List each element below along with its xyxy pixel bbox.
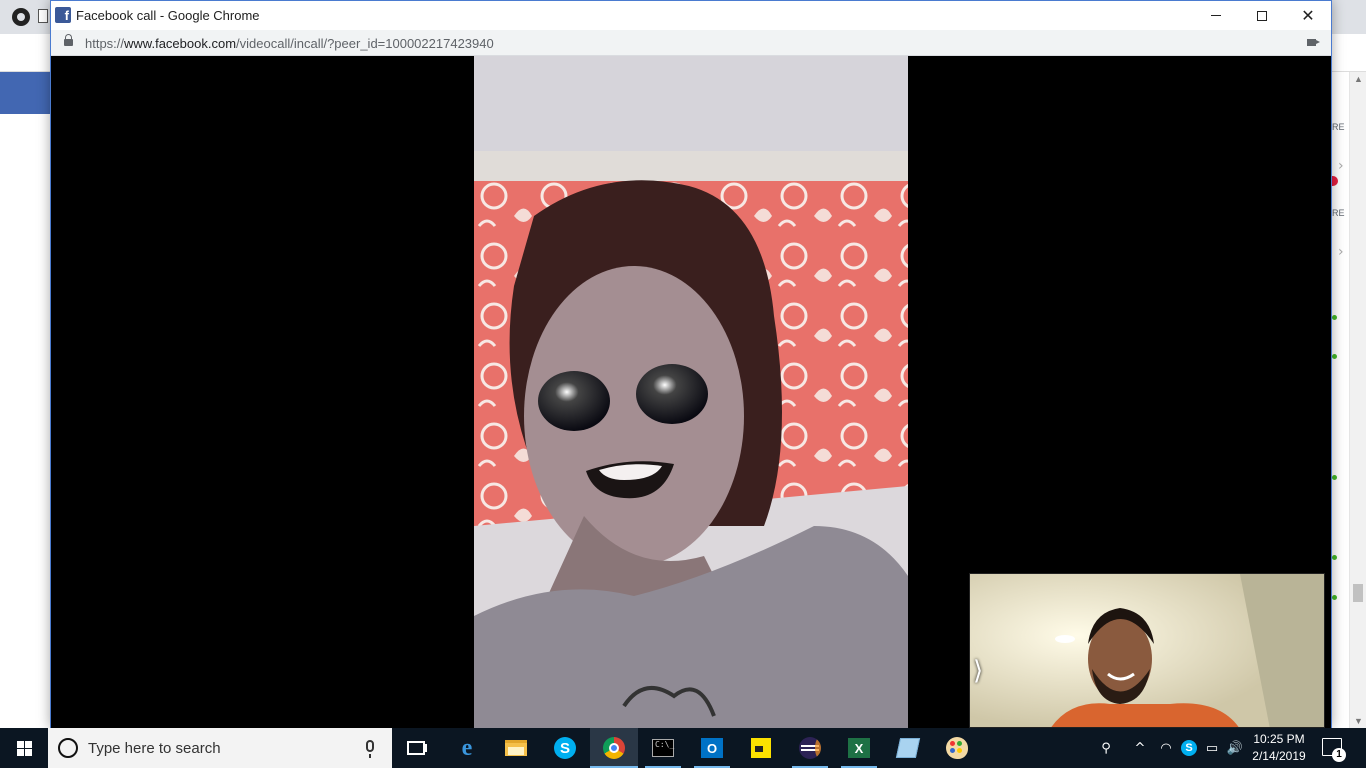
search-placeholder: Type here to search [88,740,221,757]
right-rail-label: RE [1332,208,1345,218]
url-scheme: https:// [85,36,125,51]
online-dot [1332,475,1337,480]
minimize-button[interactable] [1193,1,1239,30]
video-call-area: ⟩ [51,56,1331,728]
task-view-button[interactable] [392,728,440,768]
edge-taskbar-button[interactable]: e [443,728,491,768]
chevron-up-icon: ^ [1134,740,1146,756]
chrome-icon [603,737,625,759]
start-button[interactable] [0,728,48,768]
skype-taskbar-button[interactable]: S [541,728,589,768]
online-dot [1332,555,1337,560]
notepad-taskbar-button[interactable] [884,728,932,768]
scroll-down-icon[interactable]: ▼ [1354,716,1363,726]
address-bar[interactable]: https://www.facebook.com/videocall/incal… [51,30,1331,56]
maximize-button[interactable] [1239,1,1285,30]
notepad-icon [895,738,921,758]
camera-icon[interactable] [1307,39,1320,46]
maximize-icon [1257,10,1267,21]
close-button[interactable]: ✕ [1285,1,1331,30]
windows-logo-icon [16,740,32,756]
wifi-button[interactable]: ◠ [1156,728,1176,768]
clock-time: 10:25 PM [1253,732,1305,746]
eclipse-icon [799,737,821,759]
self-view-video[interactable] [969,573,1325,728]
skype-icon: S [554,737,576,759]
chevron-right-icon[interactable]: › [1338,158,1344,174]
excel-icon: X [848,738,870,758]
page-tab-icon[interactable] [38,9,48,23]
people-button[interactable]: ⚲ [1092,728,1120,768]
chevron-right-icon[interactable]: › [1338,244,1344,260]
cortana-icon [58,738,78,758]
sticky-notes-taskbar-button[interactable] [737,728,785,768]
window-titlebar[interactable]: f Facebook call - Google Chrome ✕ [51,1,1331,30]
show-hidden-icons-button[interactable]: ^ [1128,728,1152,768]
scroll-thumb[interactable] [1353,584,1363,602]
online-dot [1332,315,1337,320]
minimize-icon [1211,15,1221,16]
online-dot [1332,354,1337,359]
volume-icon: 🔊 [1226,740,1244,756]
notification-dot [1332,176,1338,186]
battery-icon: ▭ [1205,740,1219,756]
folder-icon [505,740,527,756]
url-host: www.facebook.com [124,36,237,51]
facebook-favicon-icon: f [55,7,71,23]
cmd-taskbar-button[interactable]: C:\_ [639,728,687,768]
file-explorer-taskbar-button[interactable] [492,728,540,768]
url-text[interactable]: https://www.facebook.com/videocall/incal… [85,36,494,51]
wifi-icon: ◠ [1160,740,1172,756]
battery-button[interactable]: ▭ [1202,728,1222,768]
skype-tray-icon: S [1181,740,1197,756]
paint-icon [946,737,968,759]
taskbar-clock[interactable]: 10:25 PM 2/14/2019 [1246,731,1312,765]
edge-icon: e [461,734,473,761]
windows-taskbar: Type here to search e S C:\_ O X ⚲ ^ ◠ S… [0,728,1366,768]
online-dot [1332,595,1337,600]
outlook-icon: O [701,738,723,758]
chrome-taskbar-button[interactable] [590,728,638,768]
outlook-taskbar-button[interactable]: O [688,728,736,768]
volume-button[interactable]: 🔊 [1224,728,1246,768]
paint-taskbar-button[interactable] [933,728,981,768]
url-path: /videocall/incall/?peer_id=1000022174239… [236,36,494,51]
sticky-notes-icon [751,738,771,758]
scroll-up-icon[interactable]: ▲ [1354,74,1363,84]
facebook-call-window: f Facebook call - Google Chrome ✕ https:… [50,0,1332,728]
cmd-icon: C:\_ [652,739,674,757]
excel-taskbar-button[interactable]: X [835,728,883,768]
page-scrollbar[interactable]: ▲ ▼ [1349,72,1366,728]
task-view-icon [407,741,427,755]
close-icon: ✕ [1301,5,1315,25]
window-title: Facebook call - Google Chrome [76,8,260,23]
microphone-icon[interactable] [366,740,374,758]
right-rail-label: RE [1332,122,1345,132]
eclipse-taskbar-button[interactable] [786,728,834,768]
notification-count-badge: 1 [1332,748,1346,762]
expand-self-view-toggle[interactable]: ⟩ [973,656,983,686]
skype-tray-button[interactable]: S [1179,728,1199,768]
remote-video-feed [474,56,908,728]
clock-date: 2/14/2019 [1252,749,1306,763]
lock-icon[interactable] [64,34,73,46]
people-icon: ⚲ [1101,740,1111,756]
taskbar-search-box[interactable]: Type here to search [48,728,392,768]
github-tab-icon[interactable] [12,8,30,26]
